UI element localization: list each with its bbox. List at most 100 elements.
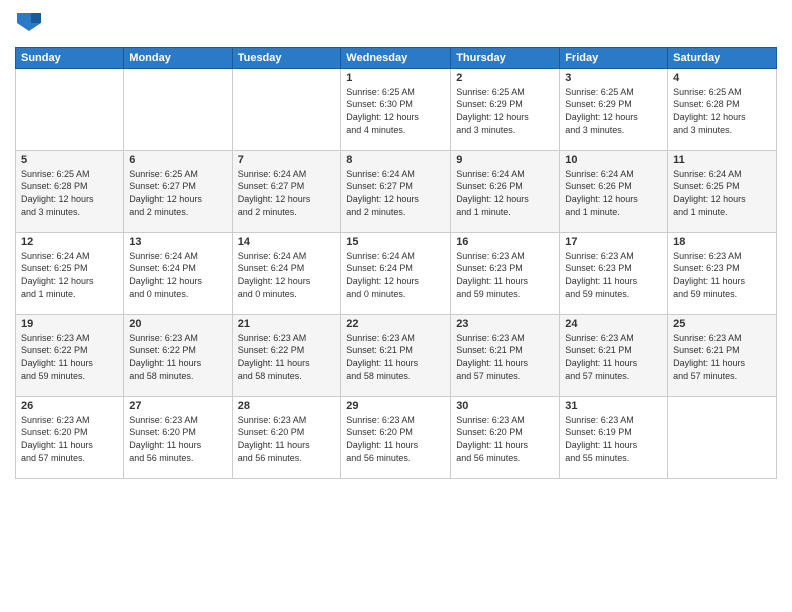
day-info: Sunrise: 6:23 AM Sunset: 6:20 PM Dayligh… [129, 414, 226, 464]
weekday-header-thursday: Thursday [451, 47, 560, 68]
calendar-day-21: 21 Sunrise: 6:23 AM Sunset: 6:22 PM Dayli… [232, 314, 341, 396]
weekday-header-sunday: Sunday [16, 47, 124, 68]
day-number: 13 [129, 236, 226, 248]
day-info: Sunrise: 6:23 AM Sunset: 6:20 PM Dayligh… [346, 414, 445, 464]
day-info: Sunrise: 6:23 AM Sunset: 6:22 PM Dayligh… [238, 332, 336, 382]
day-number: 5 [21, 154, 118, 166]
calendar-day-26: 26 Sunrise: 6:23 AM Sunset: 6:20 PM Dayli… [16, 396, 124, 478]
calendar-day-14: 14Sunrise: 6:24 AM Sunset: 6:24 PM Dayli… [232, 232, 341, 314]
day-number: 4 [673, 72, 771, 84]
day-info: Sunrise: 6:24 AM Sunset: 6:24 PM Dayligh… [238, 250, 336, 300]
calendar-day-9: 9 Sunrise: 6:24 AM Sunset: 6:26 PM Daylig… [451, 150, 560, 232]
calendar-day-27: 27 Sunrise: 6:23 AM Sunset: 6:20 PM Dayli… [124, 396, 232, 478]
day-info: Sunrise: 6:25 AM Sunset: 6:29 PM Dayligh… [565, 86, 662, 136]
calendar-day-10: 10Sunrise: 6:24 AM Sunset: 6:26 PM Dayli… [560, 150, 668, 232]
day-number: 29 [346, 400, 445, 412]
calendar-day-23: 23 Sunrise: 6:23 AM Sunset: 6:21 PM Dayli… [451, 314, 560, 396]
day-number: 30 [456, 400, 554, 412]
calendar-day-3: 3 Sunrise: 6:25 AM Sunset: 6:29 PM Daylig… [560, 68, 668, 150]
calendar-week-row: 12 Sunrise: 6:24 AM Sunset: 6:25 PM Dayli… [16, 232, 777, 314]
day-number: 11 [673, 154, 771, 166]
day-info: Sunrise: 6:24 AM Sunset: 6:25 PM Dayligh… [21, 250, 118, 300]
calendar-day-31: 31Sunrise: 6:23 AM Sunset: 6:19 PM Dayli… [560, 396, 668, 478]
day-info: Sunrise: 6:25 AM Sunset: 6:27 PM Dayligh… [129, 168, 226, 218]
calendar-empty-cell [16, 68, 124, 150]
day-info: Sunrise: 6:23 AM Sunset: 6:22 PM Dayligh… [129, 332, 226, 382]
calendar-day-24: 24 Sunrise: 6:23 AM Sunset: 6:21 PM Dayli… [560, 314, 668, 396]
weekday-header-row: SundayMondayTuesdayWednesdayThursdayFrid… [16, 47, 777, 68]
day-info: Sunrise: 6:23 AM Sunset: 6:23 PM Dayligh… [565, 250, 662, 300]
day-number: 26 [21, 400, 118, 412]
calendar-week-row: 1Sunrise: 6:25 AM Sunset: 6:30 PM Daylig… [16, 68, 777, 150]
day-number: 24 [565, 318, 662, 330]
day-number: 31 [565, 400, 662, 412]
calendar-day-29: 29 Sunrise: 6:23 AM Sunset: 6:20 PM Dayli… [341, 396, 451, 478]
day-number: 7 [238, 154, 336, 166]
calendar-day-28: 28 Sunrise: 6:23 AM Sunset: 6:20 PM Dayli… [232, 396, 341, 478]
day-info: Sunrise: 6:24 AM Sunset: 6:26 PM Dayligh… [565, 168, 662, 218]
day-info: Sunrise: 6:24 AM Sunset: 6:27 PM Dayligh… [238, 168, 336, 218]
day-info: Sunrise: 6:25 AM Sunset: 6:30 PM Dayligh… [346, 86, 445, 136]
day-info: Sunrise: 6:24 AM Sunset: 6:26 PM Dayligh… [456, 168, 554, 218]
calendar-day-12: 12 Sunrise: 6:24 AM Sunset: 6:25 PM Dayli… [16, 232, 124, 314]
day-number: 19 [21, 318, 118, 330]
day-number: 23 [456, 318, 554, 330]
header [15, 10, 777, 39]
calendar-day-1: 1Sunrise: 6:25 AM Sunset: 6:30 PM Daylig… [341, 68, 451, 150]
weekday-header-saturday: Saturday [668, 47, 777, 68]
calendar-empty-cell [124, 68, 232, 150]
day-info: Sunrise: 6:25 AM Sunset: 6:29 PM Dayligh… [456, 86, 554, 136]
day-number: 25 [673, 318, 771, 330]
day-info: Sunrise: 6:23 AM Sunset: 6:23 PM Dayligh… [673, 250, 771, 300]
calendar-day-30: 30 Sunrise: 6:23 AM Sunset: 6:20 PM Dayli… [451, 396, 560, 478]
calendar-day-20: 20Sunrise: 6:23 AM Sunset: 6:22 PM Dayli… [124, 314, 232, 396]
calendar-day-22: 22Sunrise: 6:23 AM Sunset: 6:21 PM Dayli… [341, 314, 451, 396]
calendar-day-2: 2Sunrise: 6:25 AM Sunset: 6:29 PM Daylig… [451, 68, 560, 150]
calendar-day-7: 7 Sunrise: 6:24 AM Sunset: 6:27 PM Daylig… [232, 150, 341, 232]
day-info: Sunrise: 6:23 AM Sunset: 6:20 PM Dayligh… [238, 414, 336, 464]
day-number: 27 [129, 400, 226, 412]
weekday-header-monday: Monday [124, 47, 232, 68]
weekday-header-friday: Friday [560, 47, 668, 68]
calendar-day-25: 25Sunrise: 6:23 AM Sunset: 6:21 PM Dayli… [668, 314, 777, 396]
calendar-empty-cell [668, 396, 777, 478]
calendar-day-5: 5 Sunrise: 6:25 AM Sunset: 6:28 PM Daylig… [16, 150, 124, 232]
calendar-week-row: 19 Sunrise: 6:23 AM Sunset: 6:22 PM Dayli… [16, 314, 777, 396]
day-number: 3 [565, 72, 662, 84]
day-info: Sunrise: 6:23 AM Sunset: 6:21 PM Dayligh… [565, 332, 662, 382]
calendar-day-6: 6 Sunrise: 6:25 AM Sunset: 6:27 PM Daylig… [124, 150, 232, 232]
day-number: 8 [346, 154, 445, 166]
calendar-week-row: 5 Sunrise: 6:25 AM Sunset: 6:28 PM Daylig… [16, 150, 777, 232]
day-info: Sunrise: 6:23 AM Sunset: 6:22 PM Dayligh… [21, 332, 118, 382]
calendar-day-13: 13 Sunrise: 6:24 AM Sunset: 6:24 PM Dayli… [124, 232, 232, 314]
day-info: Sunrise: 6:25 AM Sunset: 6:28 PM Dayligh… [21, 168, 118, 218]
day-info: Sunrise: 6:24 AM Sunset: 6:27 PM Dayligh… [346, 168, 445, 218]
day-number: 9 [456, 154, 554, 166]
day-info: Sunrise: 6:24 AM Sunset: 6:24 PM Dayligh… [346, 250, 445, 300]
calendar-day-17: 17 Sunrise: 6:23 AM Sunset: 6:23 PM Dayli… [560, 232, 668, 314]
day-info: Sunrise: 6:23 AM Sunset: 6:20 PM Dayligh… [21, 414, 118, 464]
day-number: 12 [21, 236, 118, 248]
day-number: 17 [565, 236, 662, 248]
calendar-day-18: 18Sunrise: 6:23 AM Sunset: 6:23 PM Dayli… [668, 232, 777, 314]
day-info: Sunrise: 6:23 AM Sunset: 6:21 PM Dayligh… [456, 332, 554, 382]
day-number: 16 [456, 236, 554, 248]
day-info: Sunrise: 6:24 AM Sunset: 6:25 PM Dayligh… [673, 168, 771, 218]
calendar-day-19: 19 Sunrise: 6:23 AM Sunset: 6:22 PM Dayli… [16, 314, 124, 396]
logo [15, 10, 41, 39]
logo-icon [17, 10, 41, 34]
calendar-week-row: 26 Sunrise: 6:23 AM Sunset: 6:20 PM Dayli… [16, 396, 777, 478]
calendar-day-4: 4Sunrise: 6:25 AM Sunset: 6:28 PM Daylig… [668, 68, 777, 150]
weekday-header-wednesday: Wednesday [341, 47, 451, 68]
calendar-day-16: 16 Sunrise: 6:23 AM Sunset: 6:23 PM Dayli… [451, 232, 560, 314]
day-number: 28 [238, 400, 336, 412]
day-number: 6 [129, 154, 226, 166]
day-number: 21 [238, 318, 336, 330]
day-info: Sunrise: 6:23 AM Sunset: 6:20 PM Dayligh… [456, 414, 554, 464]
page: SundayMondayTuesdayWednesdayThursdayFrid… [0, 0, 792, 612]
day-info: Sunrise: 6:24 AM Sunset: 6:24 PM Dayligh… [129, 250, 226, 300]
calendar-day-11: 11 Sunrise: 6:24 AM Sunset: 6:25 PM Dayli… [668, 150, 777, 232]
day-info: Sunrise: 6:23 AM Sunset: 6:23 PM Dayligh… [456, 250, 554, 300]
day-number: 15 [346, 236, 445, 248]
calendar-day-15: 15 Sunrise: 6:24 AM Sunset: 6:24 PM Dayli… [341, 232, 451, 314]
